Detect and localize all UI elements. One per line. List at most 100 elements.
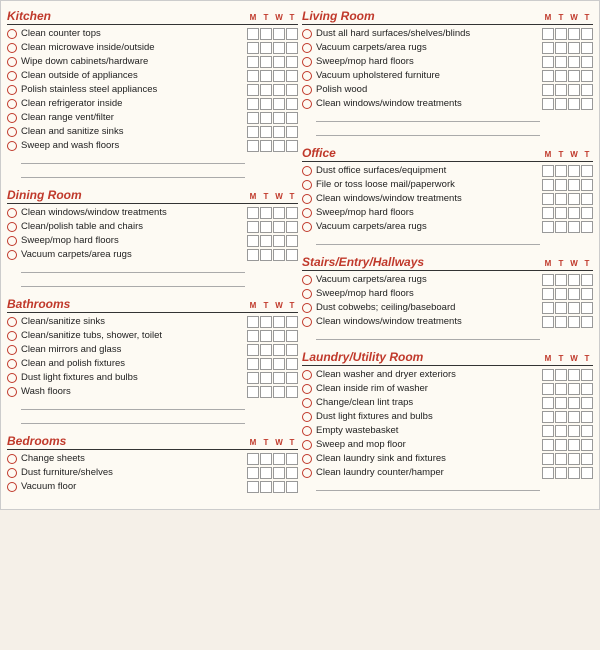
check-box[interactable] <box>555 28 567 40</box>
check-box[interactable] <box>260 28 272 40</box>
check-box[interactable] <box>273 316 285 328</box>
check-box[interactable] <box>286 467 298 479</box>
check-box[interactable] <box>273 207 285 219</box>
check-box[interactable] <box>581 193 593 205</box>
check-box[interactable] <box>542 179 554 191</box>
check-box[interactable] <box>273 112 285 124</box>
check-box[interactable] <box>286 56 298 68</box>
check-box[interactable] <box>581 56 593 68</box>
check-box[interactable] <box>542 439 554 451</box>
check-box[interactable] <box>260 84 272 96</box>
check-box[interactable] <box>568 165 580 177</box>
check-box[interactable] <box>581 316 593 328</box>
check-box[interactable] <box>581 425 593 437</box>
check-box[interactable] <box>286 249 298 261</box>
check-box[interactable] <box>260 358 272 370</box>
check-box[interactable] <box>542 193 554 205</box>
check-box[interactable] <box>247 453 259 465</box>
check-box[interactable] <box>273 221 285 233</box>
check-box[interactable] <box>286 70 298 82</box>
check-box[interactable] <box>286 84 298 96</box>
check-box[interactable] <box>542 207 554 219</box>
check-box[interactable] <box>247 358 259 370</box>
check-box[interactable] <box>247 221 259 233</box>
check-box[interactable] <box>247 316 259 328</box>
check-box[interactable] <box>273 140 285 152</box>
check-box[interactable] <box>555 316 567 328</box>
check-box[interactable] <box>273 344 285 356</box>
check-box[interactable] <box>286 207 298 219</box>
check-box[interactable] <box>260 372 272 384</box>
check-box[interactable] <box>247 56 259 68</box>
check-box[interactable] <box>247 207 259 219</box>
check-box[interactable] <box>581 439 593 451</box>
check-box[interactable] <box>273 249 285 261</box>
check-box[interactable] <box>555 467 567 479</box>
check-box[interactable] <box>568 425 580 437</box>
check-box[interactable] <box>555 84 567 96</box>
check-box[interactable] <box>581 179 593 191</box>
check-box[interactable] <box>286 316 298 328</box>
check-box[interactable] <box>542 56 554 68</box>
check-box[interactable] <box>273 28 285 40</box>
check-box[interactable] <box>555 425 567 437</box>
check-box[interactable] <box>542 316 554 328</box>
check-box[interactable] <box>542 425 554 437</box>
check-box[interactable] <box>568 383 580 395</box>
check-box[interactable] <box>260 70 272 82</box>
check-box[interactable] <box>247 126 259 138</box>
check-box[interactable] <box>542 302 554 314</box>
check-box[interactable] <box>542 453 554 465</box>
check-box[interactable] <box>555 274 567 286</box>
check-box[interactable] <box>247 386 259 398</box>
check-box[interactable] <box>542 397 554 409</box>
check-box[interactable] <box>247 28 259 40</box>
check-box[interactable] <box>273 126 285 138</box>
check-box[interactable] <box>273 330 285 342</box>
check-box[interactable] <box>260 344 272 356</box>
check-box[interactable] <box>568 221 580 233</box>
check-box[interactable] <box>555 453 567 465</box>
check-box[interactable] <box>260 140 272 152</box>
check-box[interactable] <box>555 179 567 191</box>
check-box[interactable] <box>581 453 593 465</box>
check-box[interactable] <box>542 411 554 423</box>
check-box[interactable] <box>568 84 580 96</box>
check-box[interactable] <box>555 193 567 205</box>
check-box[interactable] <box>555 369 567 381</box>
check-box[interactable] <box>555 165 567 177</box>
check-box[interactable] <box>581 165 593 177</box>
check-box[interactable] <box>555 302 567 314</box>
check-box[interactable] <box>247 467 259 479</box>
check-box[interactable] <box>260 386 272 398</box>
check-box[interactable] <box>286 453 298 465</box>
check-box[interactable] <box>247 344 259 356</box>
check-box[interactable] <box>542 288 554 300</box>
check-box[interactable] <box>568 28 580 40</box>
check-box[interactable] <box>581 302 593 314</box>
check-box[interactable] <box>555 98 567 110</box>
check-box[interactable] <box>286 42 298 54</box>
check-box[interactable] <box>273 358 285 370</box>
check-box[interactable] <box>286 235 298 247</box>
check-box[interactable] <box>260 467 272 479</box>
check-box[interactable] <box>581 397 593 409</box>
check-box[interactable] <box>247 112 259 124</box>
check-box[interactable] <box>260 42 272 54</box>
check-box[interactable] <box>581 383 593 395</box>
check-box[interactable] <box>273 42 285 54</box>
check-box[interactable] <box>273 372 285 384</box>
check-box[interactable] <box>247 372 259 384</box>
check-box[interactable] <box>260 56 272 68</box>
check-box[interactable] <box>555 56 567 68</box>
check-box[interactable] <box>581 221 593 233</box>
check-box[interactable] <box>542 84 554 96</box>
check-box[interactable] <box>286 98 298 110</box>
check-box[interactable] <box>568 56 580 68</box>
check-box[interactable] <box>555 397 567 409</box>
check-box[interactable] <box>581 84 593 96</box>
check-box[interactable] <box>581 288 593 300</box>
check-box[interactable] <box>581 98 593 110</box>
check-box[interactable] <box>247 481 259 493</box>
check-box[interactable] <box>568 70 580 82</box>
